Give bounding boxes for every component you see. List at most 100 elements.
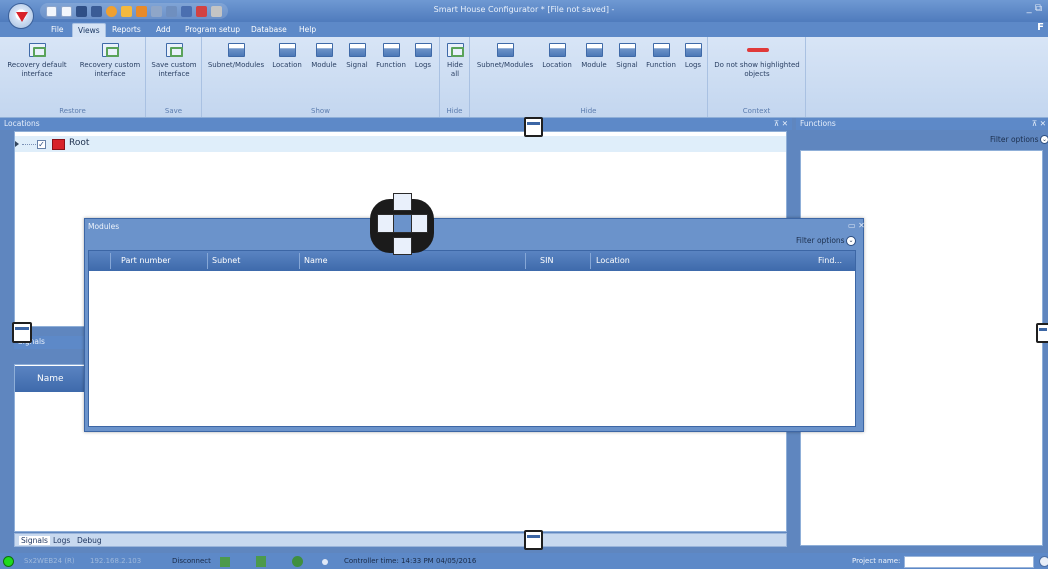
button-label: Function <box>646 61 676 69</box>
group-label: Hide <box>446 107 463 115</box>
dock-left-guide-icon[interactable] <box>12 322 32 343</box>
locations-panel-header: Locations ⊼ ✕ <box>0 118 792 130</box>
window-controls[interactable]: _ ⧉ <box>1027 3 1042 14</box>
group-label: Hide <box>580 107 597 115</box>
show-subnet-modules-button[interactable]: Subnet/Modules <box>205 43 267 70</box>
window-title: Smart House Configurator * [File not sav… <box>433 5 615 14</box>
panel-pin-close-icon[interactable]: ⊼ ✕ <box>774 118 788 130</box>
hide-module-button[interactable]: Module <box>577 43 611 70</box>
button-label: Location <box>542 61 572 69</box>
hide-subnet-modules-button[interactable]: Subnet/Modules <box>474 43 536 70</box>
group-label: Context <box>742 107 771 115</box>
signals-column-name[interactable]: Name <box>15 366 86 392</box>
hide-signal-button[interactable]: Signal <box>613 43 641 70</box>
disconnect-button[interactable]: Disconnect <box>172 557 211 565</box>
filter-expand-icon[interactable]: ⌄ <box>1040 135 1048 144</box>
show-logs-button[interactable]: Logs <box>411 43 435 70</box>
recovery-custom-button[interactable]: Recovery custom interface <box>76 43 144 79</box>
column-separator <box>299 253 300 269</box>
button-label: Location <box>272 61 302 69</box>
menu-file[interactable]: File <box>46 23 69 37</box>
window-icon <box>227 43 245 57</box>
hide-logs-button[interactable]: Logs <box>681 43 705 70</box>
window-icon <box>684 43 702 57</box>
show-function-button[interactable]: Function <box>373 43 409 70</box>
menu-add[interactable]: Add <box>151 23 176 37</box>
tree-row-root[interactable] <box>15 136 786 152</box>
project-name-input[interactable] <box>904 556 1034 568</box>
device-name: Sx2WEB24 (R) <box>24 557 75 565</box>
root-label[interactable]: Root <box>69 138 89 148</box>
window-icon <box>496 43 514 57</box>
button-label: Module <box>311 61 337 69</box>
connection-status-icon <box>3 556 14 567</box>
project-options-icon[interactable] <box>1039 556 1048 567</box>
dock-right-icon[interactable] <box>411 214 428 233</box>
button-label: Subnet/Modules <box>476 61 534 69</box>
menu-help[interactable]: Help <box>294 23 321 37</box>
dock-right-guide-icon[interactable] <box>1036 323 1048 343</box>
show-signal-button[interactable]: Signal <box>343 43 371 70</box>
group-label: Save <box>164 107 183 115</box>
button-label: interface <box>158 70 190 78</box>
window-icon <box>382 43 400 57</box>
menu-program-setup[interactable]: Program setup <box>180 23 245 37</box>
button-label: Signal <box>346 61 368 69</box>
tab-signals[interactable]: Signals <box>19 536 50 545</box>
dock-center-icon[interactable] <box>393 214 412 233</box>
button-label: all <box>450 70 460 78</box>
app-logo-icon[interactable] <box>8 3 34 29</box>
dock-top-icon[interactable] <box>393 193 412 211</box>
restore-icon <box>28 43 46 57</box>
button-label: Function <box>376 61 406 69</box>
tab-debug[interactable]: Debug <box>77 536 102 545</box>
tab-logs[interactable]: Logs <box>53 536 70 545</box>
show-module-button[interactable]: Module <box>307 43 341 70</box>
recovery-default-button[interactable]: Recovery default interface <box>2 43 72 79</box>
dock-left-icon[interactable] <box>377 214 394 233</box>
modules-grid[interactable] <box>88 250 856 427</box>
button-label: Save custom <box>151 61 197 69</box>
modules-window-controls[interactable]: ▭ ✕ <box>848 221 865 230</box>
highlight-off-icon <box>746 43 769 57</box>
dock-top-guide-icon[interactable] <box>524 117 543 137</box>
menu-database[interactable]: Database <box>246 23 292 37</box>
ribbon: Recovery default interface Recovery cust… <box>0 37 1048 118</box>
hide-function-button[interactable]: Function <box>643 43 679 70</box>
ribbon-group-save: Save custom interface Save <box>146 37 202 117</box>
menu-views[interactable]: Views <box>72 23 106 37</box>
sync-icon[interactable] <box>292 556 303 567</box>
hide-all-button[interactable]: Hide all <box>443 43 467 79</box>
column-find[interactable]: Find... <box>818 256 842 265</box>
column-location[interactable]: Location <box>596 256 630 265</box>
panel-pin-close-icon[interactable]: ⊼ ✕ <box>1032 118 1046 130</box>
group-label: Restore <box>59 107 86 115</box>
save-custom-button[interactable]: Save custom interface <box>149 43 199 79</box>
column-part-number[interactable]: Part number <box>121 256 171 265</box>
column-subnet[interactable]: Subnet <box>212 256 240 265</box>
menu-reports[interactable]: Reports <box>107 23 146 37</box>
status-dot-icon <box>322 559 328 565</box>
functions-panel-header: Functions ⊼ ✕ <box>796 118 1048 130</box>
antenna-icon[interactable] <box>256 556 266 567</box>
functions-filter-options[interactable]: Filter options <box>990 135 1039 144</box>
save-icon[interactable] <box>220 557 230 567</box>
column-name[interactable]: Name <box>304 256 328 265</box>
expand-arrow-icon[interactable] <box>15 141 19 147</box>
root-checkbox[interactable]: ✓ <box>37 140 46 149</box>
hide-location-button[interactable]: Location <box>539 43 575 70</box>
filter-expand-icon[interactable]: ⌄ <box>846 236 856 246</box>
tree-connector <box>22 144 36 145</box>
column-sin[interactable]: SIN <box>540 256 553 265</box>
show-location-button[interactable]: Location <box>269 43 305 70</box>
do-not-show-highlighted-button[interactable]: Do not show highlighted objects <box>711 43 803 79</box>
panel-title: Functions <box>800 119 836 128</box>
dock-bottom-icon[interactable] <box>393 237 412 255</box>
dock-bottom-guide-icon[interactable] <box>524 530 543 550</box>
modules-filter-options[interactable]: Filter options <box>796 236 845 245</box>
button-label: Module <box>581 61 607 69</box>
ribbon-extra[interactable]: F <box>1037 22 1044 33</box>
window-icon <box>278 43 296 57</box>
modules-column-header-row <box>89 251 855 271</box>
window-icon <box>315 43 333 57</box>
